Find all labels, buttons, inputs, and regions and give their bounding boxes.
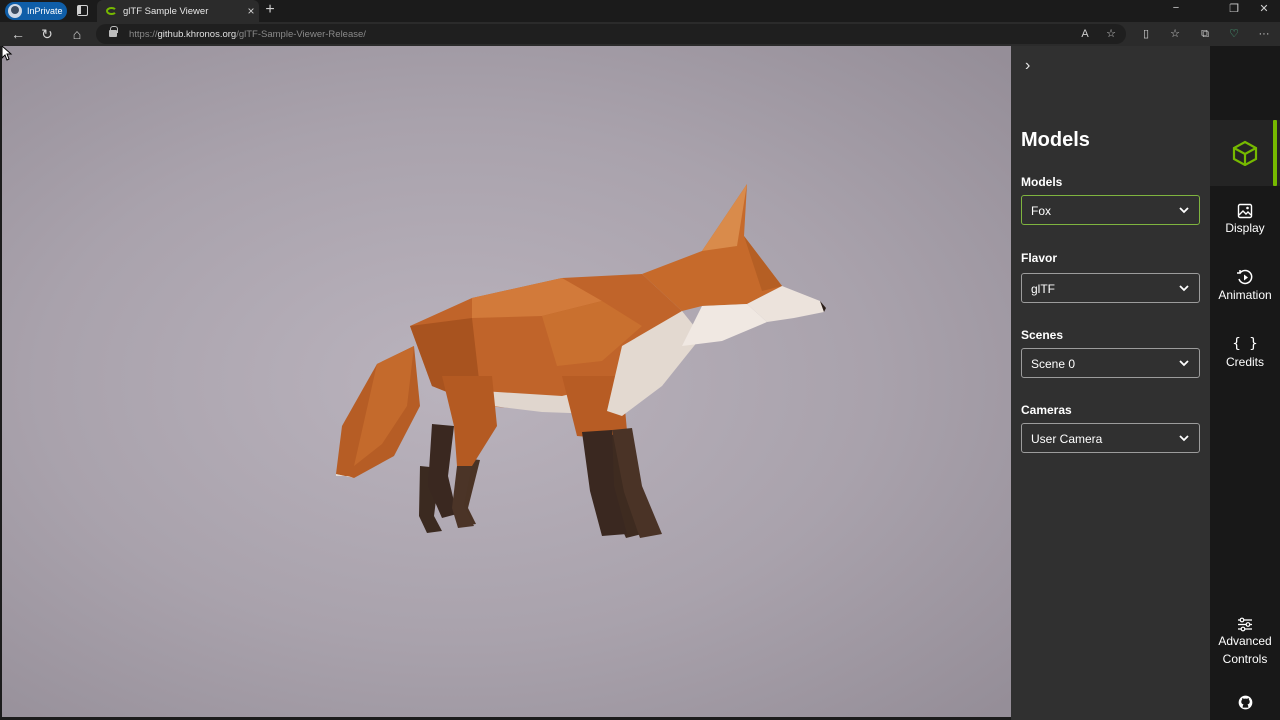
url-domain: github.khronos.org (157, 29, 237, 40)
models-panel: › Models Models Fox Flavor glTF Scenes S… (1011, 46, 1210, 720)
chevron-down-icon (1179, 207, 1189, 214)
flavor-select[interactable]: glTF (1021, 273, 1200, 303)
viewer-sidebar: Display Animation { } Credits Advanced C… (1210, 46, 1280, 720)
chevron-down-icon (1179, 435, 1189, 442)
fox-model (336, 184, 826, 538)
sidebar-item-display[interactable]: Display (1210, 203, 1280, 237)
sidebar-item-models[interactable] (1210, 120, 1280, 186)
browser-essentials-icon[interactable]: ♡ (1225, 25, 1243, 43)
chevron-down-icon (1179, 285, 1189, 292)
lock-icon (109, 26, 118, 37)
braces-icon: { } (1232, 336, 1258, 352)
sidebar-item-advanced-controls[interactable]: Advanced Controls (1210, 617, 1280, 668)
browser-tab-bar: InPrivate glTF Sample Viewer × + − ❐ ✕ (0, 0, 1280, 22)
replay-icon (1237, 269, 1253, 285)
models-select[interactable]: Fox (1021, 195, 1200, 225)
scenes-field-label: Scenes (1021, 328, 1064, 342)
collapse-panel-chevron-icon[interactable]: › (1025, 58, 1041, 74)
sidebar-label-advanced-1: Advanced (1218, 634, 1272, 648)
sidebar-item-animation[interactable]: Animation (1210, 269, 1280, 304)
favorite-star-icon[interactable]: ☆ (1102, 25, 1120, 43)
profile-avatar-icon (8, 4, 22, 18)
sidebar-label-credits: Credits (1225, 355, 1264, 369)
sidebar-label-display: Display (1225, 221, 1265, 235)
scenes-select[interactable]: Scene 0 (1021, 348, 1200, 378)
minimize-icon[interactable]: − (1168, 2, 1184, 14)
sliders-icon (1238, 617, 1252, 632)
panel-title: Models (1021, 129, 1090, 151)
refresh-icon[interactable]: ↻ (38, 25, 56, 43)
new-tab-icon[interactable]: + (262, 1, 278, 19)
home-icon[interactable]: ⌂ (68, 25, 86, 43)
more-menu-icon[interactable]: ··· (1255, 25, 1273, 43)
sidebar-label-animation: Animation (1218, 288, 1272, 302)
url-path: /glTF-Sample-Viewer-Release/ (236, 29, 366, 40)
scenes-select-value: Scene 0 (1031, 357, 1076, 371)
render-viewport[interactable] (2, 46, 1011, 717)
github-icon (1238, 695, 1252, 710)
favorites-icon[interactable]: ☆ (1166, 25, 1184, 43)
models-field-label: Models (1021, 175, 1063, 189)
read-aloud-icon[interactable]: A (1076, 25, 1094, 43)
browser-address-bar: ← ↻ ⌂ https://github.khronos.org/glTF-Sa… (0, 22, 1280, 46)
inprivate-badge[interactable]: InPrivate (5, 2, 67, 20)
tab-title: glTF Sample Viewer (123, 5, 209, 17)
sidebar-item-credits[interactable]: { } Credits (1210, 336, 1280, 371)
cameras-select[interactable]: User Camera (1021, 423, 1200, 453)
browser-tab[interactable]: glTF Sample Viewer × (97, 0, 259, 22)
url-text: https://github.khronos.org/glTF-Sample-V… (129, 29, 366, 40)
url-field[interactable]: https://github.khronos.org/glTF-Sample-V… (96, 24, 1126, 44)
close-tab-icon[interactable]: × (243, 4, 259, 18)
mouse-cursor-icon (2, 46, 13, 61)
models-select-value: Fox (1031, 204, 1052, 218)
back-icon[interactable]: ← (9, 25, 27, 43)
flavor-field-label: Flavor (1021, 251, 1058, 265)
tab-actions-icon[interactable] (77, 5, 88, 16)
sidebar-label-advanced-2: Controls (1222, 652, 1268, 666)
cube-icon (1232, 140, 1258, 166)
sidebar-item-github[interactable] (1210, 695, 1280, 710)
image-icon (1237, 203, 1253, 219)
close-window-icon[interactable]: ✕ (1256, 2, 1272, 15)
cameras-field-label: Cameras (1021, 403, 1072, 417)
collections-icon[interactable]: ⧉ (1196, 25, 1214, 43)
active-tab-indicator (1273, 120, 1277, 186)
inprivate-label: InPrivate (27, 6, 63, 16)
flavor-select-value: glTF (1031, 282, 1055, 296)
chevron-down-icon (1179, 360, 1189, 367)
nvidia-favicon-icon (106, 7, 117, 15)
cameras-select-value: User Camera (1031, 432, 1103, 446)
split-screen-icon[interactable]: ▯ (1137, 25, 1155, 43)
restore-icon[interactable]: ❐ (1226, 2, 1242, 15)
